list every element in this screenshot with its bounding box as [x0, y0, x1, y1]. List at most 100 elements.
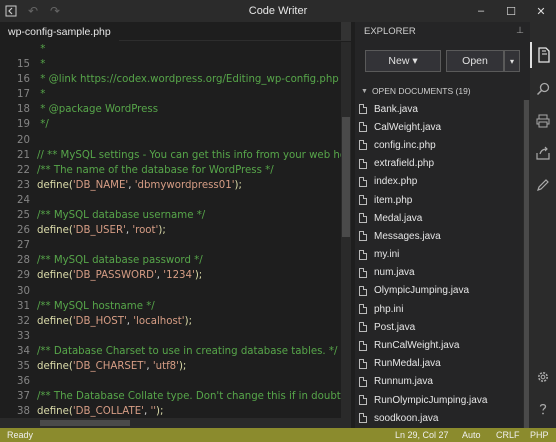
code-line[interactable]: 20: [0, 133, 341, 148]
code-line[interactable]: 19 */: [0, 117, 341, 132]
tab-wp-config[interactable]: wp-config-sample.php: [0, 22, 119, 41]
file-item[interactable]: RunMedal.java: [355, 355, 523, 373]
maximize-button[interactable]: ☐: [496, 0, 526, 22]
help-tool[interactable]: [530, 396, 556, 422]
code-line[interactable]: 38 define('DB_COLLATE', '');: [0, 404, 341, 418]
cursor-position[interactable]: Ln 29, Col 27: [395, 430, 449, 440]
code-line[interactable]: 30: [0, 284, 341, 299]
file-item[interactable]: RunOlympicJumping.java: [355, 391, 523, 409]
pen-tool[interactable]: [530, 172, 556, 198]
line-number: 18: [17, 104, 30, 116]
print-tool[interactable]: [530, 108, 556, 134]
code-area[interactable]: * 15 * 16 * @link https://codex.wordpress.…: [0, 42, 341, 418]
file-icon: [359, 267, 367, 278]
file-item[interactable]: extrafield.php: [355, 155, 523, 173]
back-button[interactable]: [0, 0, 22, 22]
search-tool[interactable]: [530, 76, 556, 102]
file-icon: [359, 249, 367, 260]
code-line[interactable]: 33: [0, 329, 341, 344]
close-button[interactable]: ✕: [526, 0, 556, 22]
file-item[interactable]: my.ini: [355, 246, 523, 264]
scroll-corner: [341, 418, 351, 428]
code-line[interactable]: 22 /** The name of the database for WordP…: [0, 163, 341, 178]
file-icon: [359, 213, 367, 224]
file-item[interactable]: num.java: [355, 264, 523, 282]
open-dropdown-button[interactable]: ▾: [504, 50, 520, 72]
indent-mode[interactable]: Auto: [462, 430, 481, 440]
open-button[interactable]: Open: [446, 50, 504, 72]
redo-button[interactable]: ↷: [44, 0, 66, 22]
file-item[interactable]: soodkoon.java: [355, 409, 523, 427]
file-name: Bank.java: [374, 103, 418, 115]
code-line[interactable]: 37 /** The Database Collate type. Don't c…: [0, 389, 341, 404]
scroll-thumb[interactable]: [524, 100, 529, 428]
back-arrow-icon: [5, 5, 17, 17]
explorer-title: EXPLORER: [364, 26, 416, 37]
file-name: OlympicJumping.java: [374, 285, 470, 297]
code-line[interactable]: 28 /** MySQL database password */: [0, 253, 341, 268]
undo-icon: ↶: [27, 4, 39, 18]
code-line[interactable]: 25 /** MySQL database username */: [0, 208, 341, 223]
undo-button[interactable]: ↶: [22, 0, 44, 22]
file-name: RunOlympicJumping.java: [374, 394, 488, 406]
new-button[interactable]: New ▾: [365, 50, 441, 72]
code-line[interactable]: 24: [0, 193, 341, 208]
file-item[interactable]: Bank.java: [355, 100, 523, 118]
code-line[interactable]: *: [0, 42, 341, 57]
code-line[interactable]: 34 /** Database Charset to use in creatin…: [0, 344, 341, 359]
line-text: /** The name of the database for WordPre…: [37, 163, 274, 178]
explorer-scrollbar[interactable]: [523, 100, 530, 428]
code-line[interactable]: 18 * @package WordPress: [0, 102, 341, 117]
code-line[interactable]: 35 define('DB_CHARSET', 'utf8');: [0, 359, 341, 374]
code-line[interactable]: 23 define('DB_NAME', 'dbmywordpress01');: [0, 178, 341, 193]
code-line[interactable]: 32 define('DB_HOST', 'localhost');: [0, 314, 341, 329]
line-number: 35: [17, 360, 30, 372]
file-item[interactable]: CalWeight.java: [355, 118, 523, 136]
code-line[interactable]: 31 /** MySQL hostname */: [0, 299, 341, 314]
line-number: 17: [17, 89, 30, 101]
share-tool[interactable]: [530, 140, 556, 166]
code-token: define(: [37, 360, 73, 372]
code-token: define(: [37, 225, 73, 237]
file-item[interactable]: index.php: [355, 173, 523, 191]
file-item[interactable]: config.inc.php: [355, 136, 523, 154]
line-number: 20: [17, 134, 30, 146]
file-item[interactable]: Post.java: [355, 318, 523, 336]
line-text: *: [37, 42, 45, 57]
code-line[interactable]: 17 *: [0, 87, 341, 102]
scroll-thumb[interactable]: [342, 117, 350, 237]
language-mode[interactable]: PHP: [530, 430, 549, 440]
file-icon: [359, 176, 367, 187]
file-item[interactable]: OlympicJumping.java: [355, 282, 523, 300]
explorer-toggle[interactable]: [530, 42, 556, 68]
code-token: define(: [37, 315, 73, 327]
code-line[interactable]: 27: [0, 238, 341, 253]
file-item[interactable]: Messages.java: [355, 227, 523, 245]
code-line[interactable]: 36: [0, 374, 341, 389]
code-token: 'root': [132, 225, 159, 237]
open-documents-header[interactable]: ▼ OPEN DOCUMENTS (19): [355, 84, 523, 98]
file-item[interactable]: php.ini: [355, 300, 523, 318]
settings-tool[interactable]: [530, 364, 556, 390]
horizontal-scrollbar[interactable]: [0, 418, 341, 428]
file-item[interactable]: Runnum.java: [355, 373, 523, 391]
code-line[interactable]: 21 // ** MySQL settings - You can get thi…: [0, 148, 341, 163]
file-item[interactable]: item.php: [355, 191, 523, 209]
code-line[interactable]: 26 define('DB_USER', 'root');: [0, 223, 341, 238]
tab-scroll[interactable]: [341, 22, 351, 41]
redo-icon: ↷: [49, 4, 61, 18]
code-token: */: [37, 119, 49, 131]
minimize-button[interactable]: –: [466, 0, 496, 22]
file-item[interactable]: Medal.java: [355, 209, 523, 227]
code-line[interactable]: 16 * @link https://codex.wordpress.org/E…: [0, 72, 341, 87]
code-token: /** The Database Collate type. Don't cha…: [37, 391, 341, 403]
scroll-thumb[interactable]: [40, 420, 130, 426]
pin-icon[interactable]: ⊥: [516, 25, 524, 36]
line-number: 33: [17, 330, 30, 342]
line-ending[interactable]: CRLF: [496, 430, 520, 440]
code-line[interactable]: 29 define('DB_PASSWORD', '1234');: [0, 268, 341, 283]
file-item[interactable]: RunCalWeight.java: [355, 336, 523, 354]
vertical-scrollbar[interactable]: [341, 42, 351, 418]
explorer-header: EXPLORER ⊥: [355, 22, 530, 41]
code-line[interactable]: 15 *: [0, 57, 341, 72]
